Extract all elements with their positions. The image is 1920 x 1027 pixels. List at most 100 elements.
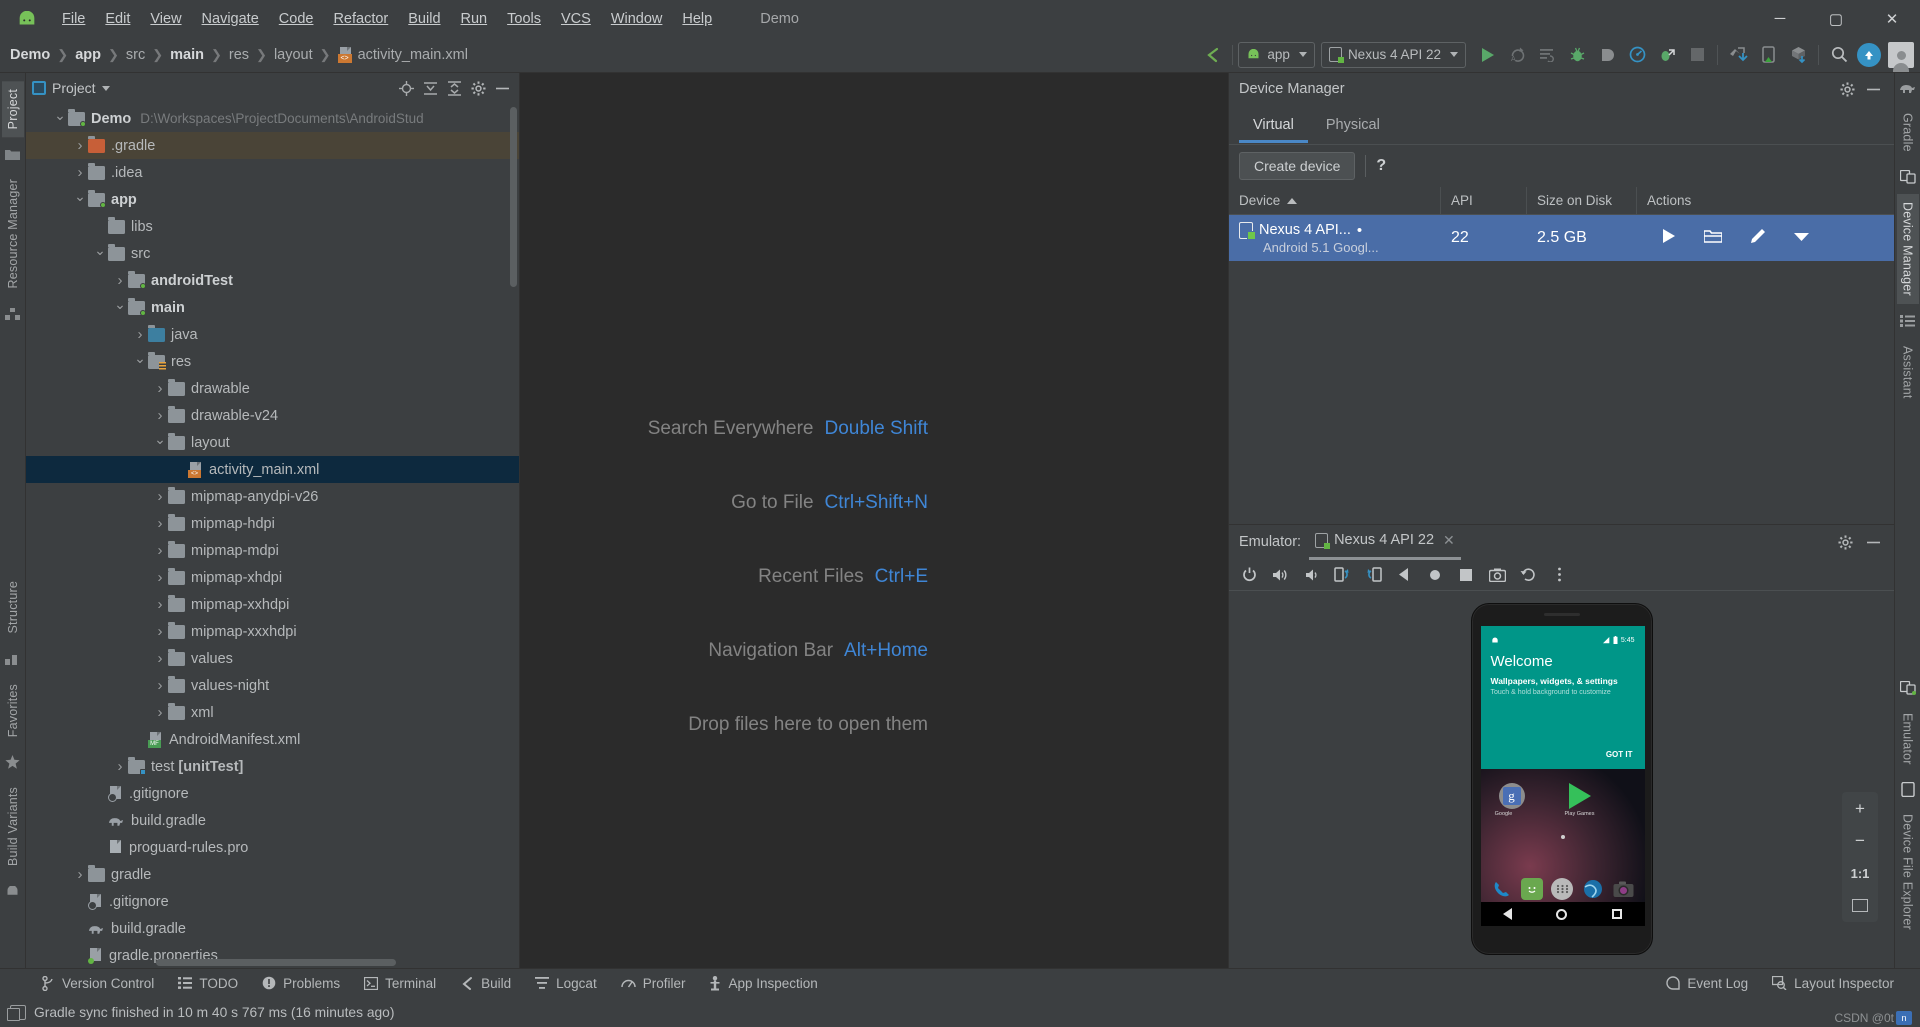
debug-profile-icon[interactable]: [1652, 40, 1682, 70]
tree-node-drawable[interactable]: drawable: [26, 375, 519, 402]
tool-button-build[interactable]: Build: [448, 976, 523, 991]
chevron-right-icon[interactable]: [152, 704, 168, 721]
column-header-size-on-disk[interactable]: Size on Disk: [1527, 186, 1637, 215]
tree-node-build-gradle[interactable]: build.gradle: [26, 915, 519, 942]
tool-button-app-inspection[interactable]: App Inspection: [697, 975, 829, 991]
tree-node-mipmap-xxhdpi[interactable]: mipmap-xxhdpi: [26, 591, 519, 618]
settings-gear-icon[interactable]: [467, 77, 489, 99]
rerun-icon[interactable]: [1532, 40, 1562, 70]
emulator-tab[interactable]: Nexus 4 API 22 ✕: [1309, 525, 1461, 560]
menu-run[interactable]: Run: [451, 8, 498, 30]
play-games-icon[interactable]: [1568, 783, 1591, 809]
chevron-down-icon[interactable]: [72, 191, 88, 208]
breadcrumb-activity-main[interactable]: activity_main.xml: [358, 47, 468, 63]
edit-pencil-icon[interactable]: [1750, 228, 1766, 249]
chevron-right-icon[interactable]: [152, 569, 168, 586]
tree-node-demo[interactable]: Demo D:\Workspaces\ProjectDocuments\Andro…: [26, 105, 519, 132]
back-nav-icon[interactable]: [1502, 908, 1512, 920]
chevron-right-icon[interactable]: [112, 758, 128, 775]
window-minimize-button[interactable]: ─: [1752, 0, 1808, 37]
settings-gear-icon[interactable]: [1834, 531, 1856, 553]
chevron-right-icon[interactable]: [132, 326, 148, 343]
sidebar-tab-emulator[interactable]: Emulator: [1897, 705, 1919, 773]
chevron-down-icon[interactable]: [152, 434, 168, 451]
tree-node-mipmap-anydpi-v26[interactable]: mipmap-anydpi-v26: [26, 483, 519, 510]
got-it-button[interactable]: GOT IT: [1606, 750, 1633, 759]
tool-button-version-control[interactable]: Version Control: [30, 975, 166, 991]
hide-icon[interactable]: [1862, 531, 1884, 553]
sidebar-tab-device-manager[interactable]: Device Manager: [1896, 193, 1919, 304]
attach-debugger-icon[interactable]: [1592, 40, 1622, 70]
tree-node-java[interactable]: java: [26, 321, 519, 348]
apply-changes-icon[interactable]: A: [1502, 40, 1532, 70]
messaging-icon[interactable]: [1521, 878, 1544, 900]
tree-node-libs[interactable]: libs: [26, 213, 519, 240]
create-device-button[interactable]: Create device: [1239, 152, 1356, 180]
tab-physical[interactable]: Physical: [1312, 108, 1394, 142]
sidebar-tab-structure[interactable]: Structure: [2, 573, 24, 642]
sidebar-tab-resource-manager[interactable]: Resource Manager: [2, 171, 24, 297]
screenshot-camera-icon[interactable]: [1487, 565, 1507, 585]
tool-button-event-log[interactable]: Event Log: [1654, 976, 1760, 991]
menu-window[interactable]: Window: [601, 8, 673, 30]
tree-node-proguard-rules-pro[interactable]: proguard-rules.pro: [26, 834, 519, 861]
overview-icon[interactable]: [1456, 565, 1476, 585]
tree-node-gitignore[interactable]: .gitignore: [26, 780, 519, 807]
sidebar-tab-assistant[interactable]: Assistant: [1897, 338, 1919, 407]
chevron-down-icon[interactable]: [132, 353, 148, 370]
tool-button-todo[interactable]: TODO: [166, 976, 250, 991]
menu-build[interactable]: Build: [398, 8, 450, 30]
tree-node-values-night[interactable]: values-night: [26, 672, 519, 699]
tree-node-res[interactable]: res: [26, 348, 519, 375]
sdk-manager-icon[interactable]: [1783, 40, 1813, 70]
chevron-down-icon[interactable]: [52, 110, 68, 127]
run-icon[interactable]: [1472, 40, 1502, 70]
breadcrumb-res[interactable]: res: [229, 47, 249, 63]
rotate-right-icon[interactable]: [1363, 565, 1383, 585]
chevron-down-icon[interactable]: [101, 85, 110, 91]
chevron-right-icon[interactable]: [152, 650, 168, 667]
tree-node-gradle[interactable]: .gradle: [26, 132, 519, 159]
update-icon[interactable]: [1854, 40, 1884, 70]
all-apps-icon[interactable]: [1551, 878, 1574, 900]
chevron-right-icon[interactable]: [112, 272, 128, 289]
sidebar-tab-project[interactable]: Project: [1, 81, 24, 138]
emulator-stage[interactable]: 5:45 Welcome Wallpapers, widgets, & sett…: [1229, 591, 1894, 968]
hide-icon[interactable]: [1862, 78, 1884, 100]
device-selector[interactable]: Nexus 4 API 22: [1320, 41, 1466, 68]
home-nav-icon[interactable]: [1556, 908, 1568, 920]
actual-size-button[interactable]: 1:1: [1848, 864, 1872, 882]
hide-icon[interactable]: [491, 77, 513, 99]
emulator-screen[interactable]: 5:45 Welcome Wallpapers, widgets, & sett…: [1480, 626, 1645, 926]
more-vertical-icon[interactable]: [1549, 565, 1569, 585]
menu-navigate[interactable]: Navigate: [192, 8, 269, 30]
sidebar-tab-gradle[interactable]: Gradle: [1897, 105, 1919, 160]
tree-node-test-unittest[interactable]: test [unitTest]: [26, 753, 519, 780]
chevron-right-icon[interactable]: [72, 866, 88, 883]
google-search-icon[interactable]: g: [1498, 783, 1525, 809]
volume-down-icon[interactable]: [1301, 565, 1321, 585]
module-selector[interactable]: app: [1238, 41, 1315, 68]
chevron-right-icon[interactable]: [152, 407, 168, 424]
rotate-left-icon[interactable]: [1332, 565, 1352, 585]
chevron-right-icon[interactable]: [72, 164, 88, 181]
menu-help[interactable]: Help: [672, 8, 722, 30]
menu-edit[interactable]: Edit: [95, 8, 140, 30]
sidebar-tab-favorites[interactable]: Favorites: [2, 676, 24, 745]
column-header-api[interactable]: API: [1441, 186, 1527, 215]
window-close-button[interactable]: ✕: [1864, 0, 1920, 37]
chevron-down-icon[interactable]: [92, 245, 108, 262]
tree-node-activity-main-xml[interactable]: <> activity_main.xml: [26, 456, 519, 483]
menu-code[interactable]: Code: [269, 8, 324, 30]
breadcrumb-main[interactable]: main: [170, 47, 204, 63]
search-icon[interactable]: [1824, 40, 1854, 70]
device-explorer-icon[interactable]: [1723, 40, 1753, 70]
memory-icon[interactable]: [7, 1004, 26, 1021]
tree-node-mipmap-mdpi[interactable]: mipmap-mdpi: [26, 537, 519, 564]
window-maximize-button[interactable]: ▢: [1808, 0, 1864, 37]
volume-up-icon[interactable]: [1270, 565, 1290, 585]
breadcrumb-src[interactable]: src: [126, 47, 145, 63]
breadcrumb-layout[interactable]: layout: [274, 47, 313, 63]
tree-node-androidmanifest-xml[interactable]: MF AndroidManifest.xml: [26, 726, 519, 753]
tool-button-problems[interactable]: Problems: [250, 976, 352, 991]
